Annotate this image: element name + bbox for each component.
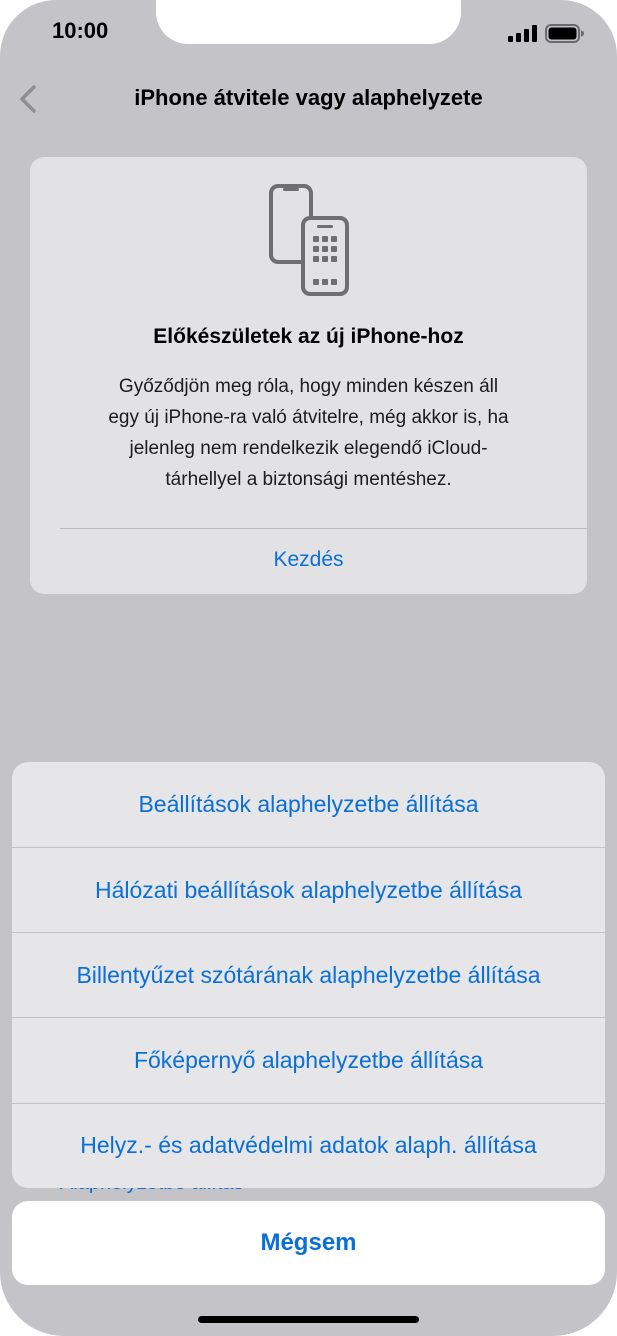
card-divider xyxy=(60,528,587,529)
battery-icon xyxy=(545,24,585,48)
reset-home-screen-button[interactable]: Főképernyő alaphelyzetbe állítása xyxy=(12,1018,605,1103)
card-description-line: Győződjön meg róla, hogy minden készen á… xyxy=(118,376,499,397)
card-description: Győződjön meg róla, hogy minden készen á… xyxy=(54,371,563,495)
cellular-signal-icon xyxy=(508,25,538,47)
card-title: Előkészületek az új iPhone-hoz xyxy=(153,325,464,348)
reset-action-sheet: Beállítások alaphelyzetbe állítása Hálóz… xyxy=(12,762,605,1188)
reset-network-settings-button[interactable]: Hálózati beállítások alaphelyzetbe állít… xyxy=(12,848,605,933)
card-description-line: jelenleg nem rendelkezik elegendő iCloud… xyxy=(129,438,488,459)
cancel-label: Mégsem xyxy=(260,1229,357,1256)
status-time: 10:00 xyxy=(52,18,109,43)
notch xyxy=(156,0,461,44)
reset-keyboard-dictionary-button[interactable]: Billentyűzet szótárának alaphelyzetbe ál… xyxy=(12,933,605,1018)
cancel-button[interactable]: Mégsem xyxy=(12,1201,605,1285)
home-indicator[interactable] xyxy=(198,1316,419,1323)
reset-location-privacy-button[interactable]: Helyz.- és adatvédelmi adatok alaph. áll… xyxy=(12,1103,605,1188)
card-description-line: egy új iPhone-ra való átvitelre, még akk… xyxy=(108,407,509,428)
card-description-line: tárhellyel a biztonsági mentéshez. xyxy=(165,469,452,490)
phone-screen: 10:00 iPhone átvitele vagy alaphelyzete xyxy=(0,0,617,1336)
phone-transfer-icon xyxy=(268,183,352,304)
page-title: iPhone átvitele vagy alaphelyzete xyxy=(134,85,483,110)
prepare-new-iphone-card: Előkészületek az új iPhone-hoz Győződjön… xyxy=(30,157,587,594)
reset-settings-button[interactable]: Beállítások alaphelyzetbe állítása xyxy=(12,762,605,847)
get-started-link[interactable]: Kezdés xyxy=(30,548,587,572)
